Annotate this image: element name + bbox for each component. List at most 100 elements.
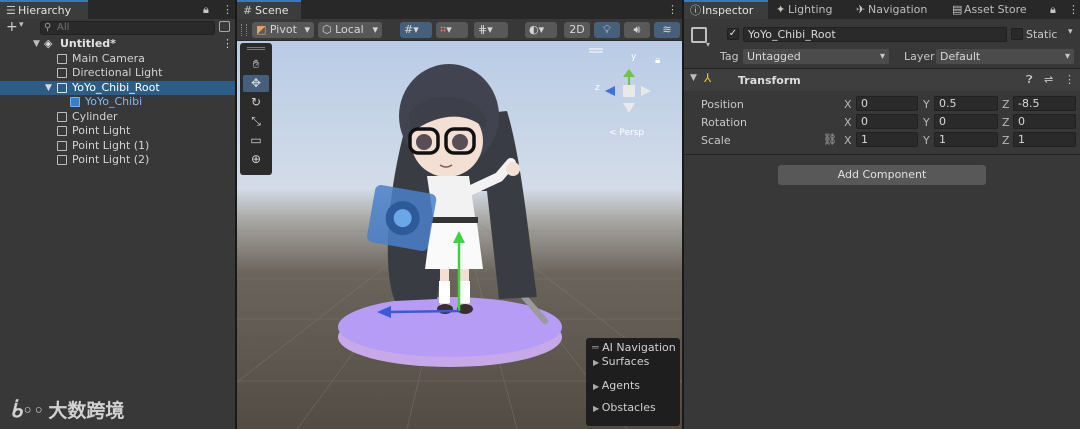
effects-toggle[interactable]: ≋ (654, 22, 680, 38)
scene-viewport[interactable]: y z < Persp 🔒︎ ✋︎ ✥ ↻ ⤡ ▭ ⊕ ═ AI Navigat… (237, 41, 682, 429)
rect-tool-icon[interactable]: ▭ (243, 132, 269, 149)
info-icon: ⓘ (690, 4, 701, 17)
tag-dropdown[interactable]: Untagged (743, 49, 889, 64)
audio-toggle[interactable]: 🔊︎ (624, 22, 650, 38)
divider (684, 154, 1080, 155)
transform-icon: ⅄ (704, 71, 712, 85)
increment-snap-toggle[interactable]: ⌗▾ (436, 22, 468, 38)
lock-icon[interactable]: 🔒︎ (655, 55, 660, 66)
hierarchy-item[interactable]: Point Light (2) (0, 153, 235, 168)
add-component-button[interactable]: Add Component (778, 165, 986, 185)
character-sock-left (439, 281, 450, 303)
gameobject-icon (57, 111, 67, 122)
gameobject-icon (57, 155, 67, 165)
active-checkbox[interactable]: ✓ (727, 28, 739, 40)
rotation-z-field[interactable]: 0 (1013, 114, 1076, 129)
shading-icon: ◐▾ (529, 23, 545, 36)
transform-tool-icon[interactable]: ⊕ (243, 151, 269, 168)
tab-hierarchy[interactable]: ☰ Hierarchy (0, 0, 88, 19)
grid-visibility-toggle[interactable]: ⋕▾ (474, 22, 508, 38)
chevron-down-icon[interactable]: ▾ (19, 20, 24, 30)
preset-icon[interactable]: ⇌ (1044, 73, 1053, 86)
position-label: Position (701, 98, 744, 111)
chevron-down-icon[interactable]: ▾ (706, 40, 710, 49)
axis-y-label: Y (923, 116, 930, 129)
position-z-field[interactable]: -8.5 (1013, 96, 1076, 111)
more-menu-icon[interactable]: ⋮ (1064, 73, 1075, 86)
axis-y-label: Y (923, 134, 930, 147)
increment-snap-icon: ⌗ (440, 23, 447, 36)
transform-header[interactable]: ▼ ⅄ Transform ❓︎ ⇌ ⋮ (684, 69, 1080, 91)
axis-z-label: Z (1002, 98, 1010, 111)
ai-navigation-title: ═ AI Navigation (592, 341, 676, 354)
gameobject-icon (691, 27, 707, 43)
axis-z-label: Z (1002, 116, 1010, 129)
hierarchy-tabbar: ☰ Hierarchy 🔒︎ ⋮ (0, 0, 235, 19)
position-x-field[interactable]: 0 (856, 96, 918, 111)
gizmo-z-axis[interactable] (388, 309, 460, 314)
scale-x-field[interactable]: 1 (856, 132, 918, 147)
hierarchy-item[interactable]: Directional Light (0, 66, 235, 81)
add-icon[interactable]: + (6, 19, 18, 35)
scene-row[interactable]: ▼ ◈ Untitled* ⋮ (0, 37, 235, 52)
help-icon[interactable]: ❓︎ (1026, 73, 1033, 87)
chevron-down-icon: ▾ (372, 23, 378, 36)
lock-icon[interactable]: 🔒︎ (203, 0, 209, 19)
hierarchy-item[interactable]: YoYo_Chibi (0, 95, 235, 110)
lighting-toggle[interactable]: 💡︎ (594, 22, 620, 38)
static-checkbox[interactable] (1011, 28, 1023, 40)
chevron-down-icon[interactable]: ▾ (1068, 27, 1073, 37)
rotation-x-field[interactable]: 0 (856, 114, 918, 129)
tab-inspector[interactable]: ⓘInspector (684, 0, 768, 19)
expand-arrow-icon[interactable]: ▼ (45, 81, 52, 96)
expand-arrow-icon[interactable]: ▼ (33, 37, 40, 52)
lock-icon[interactable]: 🔒︎ (1050, 0, 1056, 19)
more-menu-icon[interactable]: ⋮ (222, 37, 233, 52)
nav-item-surfaces[interactable]: ▶ Surfaces (593, 355, 649, 368)
hierarchy-item[interactable]: Point Light (0, 124, 235, 139)
scale-y-field[interactable]: 1 (934, 132, 998, 147)
local-dropdown[interactable]: ⬡ Local ▾ (318, 22, 382, 38)
nav-item-obstacles[interactable]: ▶ Obstacles (593, 401, 656, 414)
more-menu-icon[interactable]: ⋮ (1068, 0, 1079, 19)
character-eye-right (452, 134, 468, 150)
hierarchy-item[interactable]: Point Light (1) (0, 139, 235, 154)
more-menu-icon[interactable]: ⋮ (667, 0, 678, 19)
constrain-proportions-icon[interactable]: ⛓︎ (823, 133, 837, 146)
draw-mode-dropdown[interactable]: ◐▾ (525, 22, 557, 38)
hand-tool-icon[interactable]: ✋︎ (243, 56, 269, 73)
layer-dropdown[interactable]: Default (936, 49, 1074, 64)
drag-handle-icon[interactable]: ═ (592, 341, 602, 354)
scene-picker-icon[interactable] (219, 21, 230, 32)
scale-z-field[interactable]: 1 (1013, 132, 1076, 147)
expand-arrow-icon[interactable]: ▼ (690, 73, 697, 83)
search-input[interactable]: ⚲ All (40, 21, 215, 35)
tab-navigation[interactable]: ✈︎ Navigation (850, 0, 946, 19)
scale-tool-icon[interactable]: ⤡ (243, 113, 269, 130)
orientation-gizmo[interactable] (605, 69, 651, 113)
more-menu-icon[interactable]: ⋮ (222, 0, 233, 19)
tab-lighting[interactable]: ✦ Lighting (770, 0, 850, 19)
persp-label[interactable]: < Persp (609, 128, 644, 138)
drag-handle-icon[interactable] (241, 24, 247, 36)
pivot-dropdown[interactable]: ◩ Pivot ▾ (252, 22, 314, 38)
rotation-y-field[interactable]: 0 (934, 114, 998, 129)
toggle-2d-button[interactable]: 2D (564, 22, 590, 38)
object-name-field[interactable]: YoYo_Chibi_Root (743, 27, 1007, 42)
rotate-tool-icon[interactable]: ↻ (243, 94, 269, 111)
character-sock-right (459, 281, 470, 303)
hierarchy-item[interactable]: Main Camera (0, 52, 235, 67)
tab-scene[interactable]: # Scene (237, 0, 301, 19)
nav-item-agents[interactable]: ▶ Agents (593, 379, 640, 392)
hierarchy-item[interactable]: Cylinder (0, 110, 235, 125)
axis-z-label: Z (1002, 134, 1010, 147)
gizmo-label-y: y (631, 52, 637, 62)
scene-grid-icon: # (243, 4, 253, 17)
position-y-field[interactable]: 0.5 (934, 96, 998, 111)
local-icon: ⬡ (322, 23, 332, 36)
grid-snap-toggle[interactable]: #▾ (400, 22, 432, 38)
drag-handle-icon[interactable] (247, 47, 265, 50)
hierarchy-item-selected[interactable]: ▼ YoYo_Chibi_Root (0, 80, 235, 96)
move-tool-icon[interactable]: ✥ (243, 75, 269, 92)
tab-asset-store[interactable]: ▤ Asset Store (946, 0, 1046, 19)
